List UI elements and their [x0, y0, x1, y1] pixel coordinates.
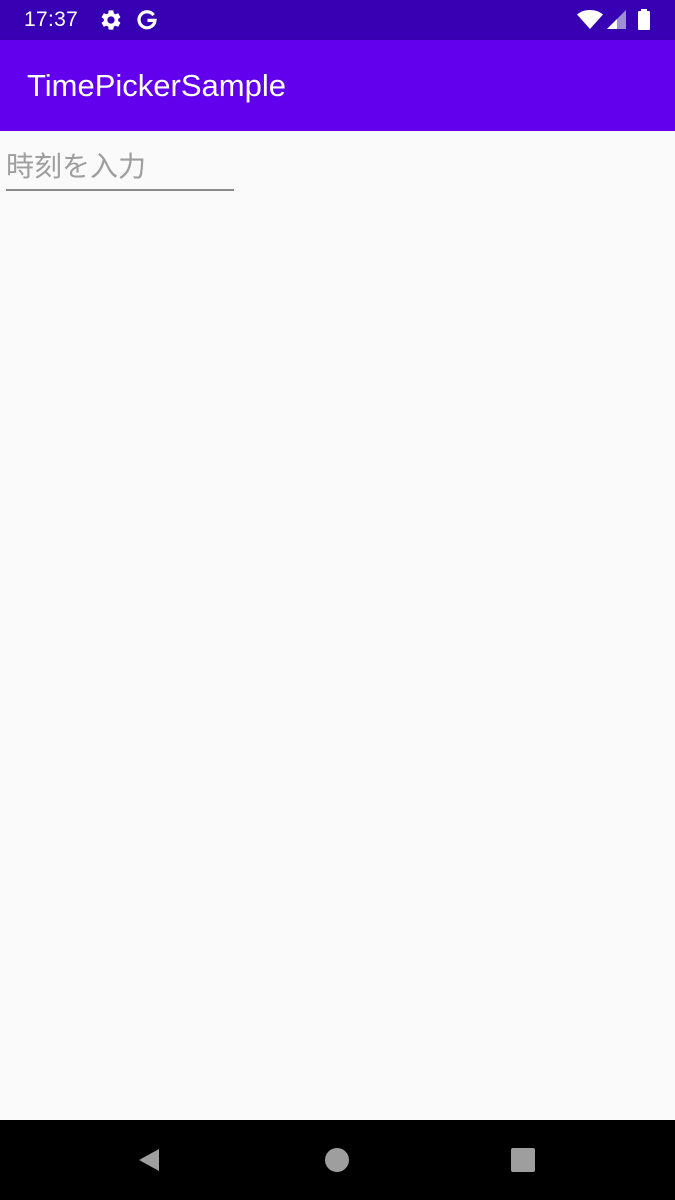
back-icon [139, 1149, 159, 1171]
recents-icon [511, 1148, 535, 1172]
app-bar: TimePickerSample [0, 40, 675, 131]
signal-icon [607, 10, 626, 29]
wifi-icon [577, 10, 603, 29]
recents-button[interactable] [503, 1140, 543, 1180]
battery-icon [638, 9, 650, 30]
home-icon [325, 1148, 349, 1172]
google-g-icon [137, 10, 157, 30]
back-button[interactable] [129, 1140, 169, 1180]
navigation-bar [0, 1120, 675, 1200]
status-time: 17:37 [24, 8, 79, 31]
home-button[interactable] [317, 1140, 357, 1180]
status-bar: 17:37 [0, 0, 675, 40]
content-area [0, 131, 675, 1120]
gear-icon [101, 10, 121, 30]
app-title: TimePickerSample [27, 68, 286, 103]
time-input[interactable] [6, 147, 234, 191]
screen: 17:37 TimePickerSample [0, 0, 675, 1200]
